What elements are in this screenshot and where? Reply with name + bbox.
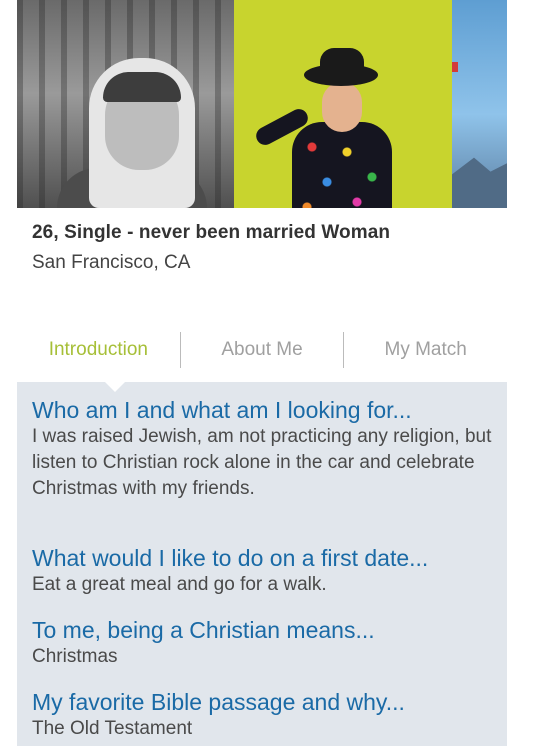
tab-about-me[interactable]: About Me — [181, 339, 344, 361]
qa-item: Who am I and what am I looking for... I … — [32, 396, 497, 502]
answer: Eat a great meal and go for a walk. — [32, 574, 327, 595]
introduction-panel: Who am I and what am I looking for... I … — [17, 381, 507, 746]
photo-figure — [304, 64, 378, 86]
question: My favorite Bible passage and why... — [32, 689, 405, 715]
tab-my-match[interactable]: My Match — [344, 339, 507, 361]
answer: Christmas — [32, 646, 118, 667]
profile-photo[interactable] — [234, 0, 452, 208]
qa-item: My favorite Bible passage and why... The… — [32, 688, 497, 742]
profile-location: San Francisco, CA — [32, 252, 191, 273]
question: To me, being a Christian means... — [32, 617, 375, 643]
photo-detail — [452, 157, 507, 208]
qa-item: To me, being a Christian means... Christ… — [32, 616, 497, 670]
photo-carousel[interactable] — [17, 0, 507, 208]
question: What would I like to do on a first date.… — [32, 545, 429, 571]
profile-photo[interactable] — [452, 0, 507, 208]
qa-item: What would I like to do on a first date.… — [32, 544, 497, 598]
photo-figure — [322, 82, 362, 132]
photo-figure — [103, 72, 181, 102]
active-tab-pointer — [104, 381, 126, 392]
photo-figure — [292, 122, 392, 208]
question: Who am I and what am I looking for... — [32, 397, 412, 423]
photo-detail — [452, 62, 458, 72]
profile-tabs: Introduction About Me My Match — [17, 332, 507, 368]
tab-introduction[interactable]: Introduction — [17, 339, 180, 361]
profile-photo[interactable] — [17, 0, 234, 208]
profile-headline: 26, Single - never been married Woman — [32, 222, 391, 243]
answer: I was raised Jewish, am not practicing a… — [32, 426, 492, 499]
answer: The Old Testament — [32, 718, 193, 739]
